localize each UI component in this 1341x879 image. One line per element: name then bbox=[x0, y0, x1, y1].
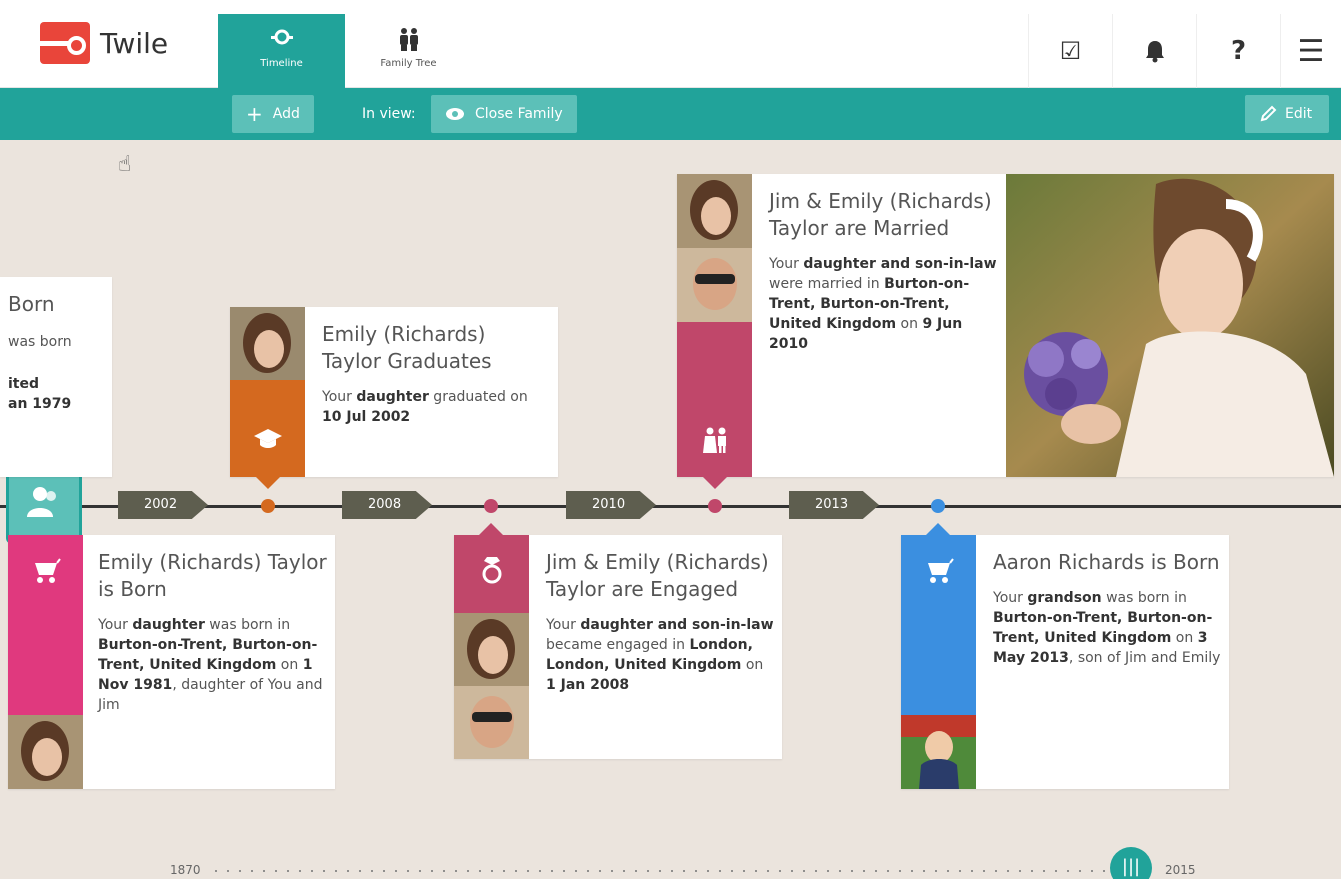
event-text-line: was born bbox=[8, 334, 72, 350]
event-title: Jim & Emily (Richards) Taylor are Marrie… bbox=[769, 189, 992, 240]
person-photo-aaron bbox=[901, 715, 976, 789]
event-card-married[interactable]: Jim & Emily (Richards) Taylor are Marrie… bbox=[677, 174, 1334, 489]
event-dot-engaged[interactable] bbox=[484, 499, 498, 513]
checkbox-icon: ☑ bbox=[1059, 37, 1082, 65]
grab-cursor-icon: ☝ bbox=[118, 152, 132, 177]
bell-icon bbox=[1145, 41, 1164, 63]
card-pointer bbox=[926, 523, 950, 535]
event-title: Emily (Richards) Taylor Graduates bbox=[322, 322, 492, 373]
event-title: Jim & Emily (Richards) Taylor are Engage… bbox=[546, 550, 769, 601]
person-photo-emily bbox=[454, 613, 529, 686]
event-dot-married[interactable] bbox=[708, 499, 722, 513]
view-filter-button[interactable]: Close Family bbox=[431, 95, 577, 133]
family-tree-icon bbox=[399, 28, 418, 51]
eye-icon bbox=[446, 108, 464, 120]
notifications-button[interactable] bbox=[1112, 14, 1196, 88]
edit-button[interactable]: Edit bbox=[1245, 95, 1329, 133]
add-button-label: Add bbox=[272, 106, 300, 122]
grip-icon: ||| bbox=[1121, 856, 1141, 877]
menu-icon: ☰ bbox=[1297, 33, 1325, 69]
card-pointer bbox=[703, 477, 727, 489]
range-track[interactable] bbox=[210, 870, 1110, 872]
baby-stroller-icon bbox=[35, 558, 61, 583]
tab-family-tree[interactable]: Family Tree bbox=[345, 14, 472, 88]
twile-logo[interactable]: Twile bbox=[40, 22, 168, 64]
range-slider-handle[interactable]: ||| bbox=[1110, 847, 1152, 879]
toolbar: + Add In view: Close Family Edit bbox=[0, 88, 1341, 140]
view-filter-label: Close Family bbox=[475, 106, 563, 122]
top-bar: Twile Timeline Family Tree ☑ ? ☰ bbox=[0, 0, 1341, 88]
year-marker-2002[interactable]: 2002 bbox=[118, 491, 208, 519]
help-icon: ? bbox=[1230, 36, 1247, 66]
baby-stroller-icon bbox=[928, 558, 954, 583]
event-description: Your daughter and son-in-law were marrie… bbox=[769, 256, 997, 352]
event-card-engaged[interactable]: Jim & Emily (Richards) Taylor are Engage… bbox=[454, 523, 782, 759]
event-description: Your daughter and son-in-law became enga… bbox=[546, 617, 774, 693]
menu-button[interactable]: ☰ bbox=[1280, 14, 1341, 88]
in-view-label: In view: bbox=[362, 106, 416, 122]
event-card-partial-birth[interactable]: Born was born ited an 1979 bbox=[0, 277, 112, 477]
event-title: Aaron Richards is Born bbox=[993, 550, 1220, 574]
year-marker-2008[interactable]: 2008 bbox=[342, 491, 432, 519]
wedding-photo bbox=[1006, 174, 1334, 477]
graduation-cap-icon bbox=[254, 429, 282, 448]
person-photo-emily bbox=[230, 307, 305, 380]
event-card-emily-born[interactable]: Emily (Richards) Taylor is Born Your dau… bbox=[8, 535, 335, 789]
event-description: Your grandson was born in Burton-on-Tren… bbox=[993, 590, 1221, 666]
person-photo-emily bbox=[677, 174, 752, 248]
event-text-line: an 1979 bbox=[8, 396, 72, 412]
add-button[interactable]: + Add bbox=[232, 95, 314, 133]
card-pointer bbox=[479, 523, 503, 535]
tasks-button[interactable]: ☑ bbox=[1028, 14, 1112, 88]
wedding-couple-icon bbox=[703, 427, 726, 453]
timeline-icon bbox=[270, 29, 293, 45]
event-dot-graduation[interactable] bbox=[261, 499, 275, 513]
year-marker-2013[interactable]: 2013 bbox=[789, 491, 879, 519]
event-description: Your daughter was born in Burton-on-Tren… bbox=[98, 617, 323, 713]
range-end-label: 2015 bbox=[1165, 863, 1196, 877]
person-photo-jim bbox=[454, 686, 529, 759]
twile-logo-icon bbox=[40, 22, 90, 64]
plus-icon: + bbox=[246, 102, 263, 126]
person-photo-jim bbox=[677, 248, 752, 322]
event-description: Your daughter graduated on 10 Jul 2002 bbox=[322, 389, 528, 425]
tab-family-tree-label: Family Tree bbox=[380, 58, 437, 69]
people-icon bbox=[27, 487, 56, 517]
range-start-label: 1870 bbox=[170, 863, 201, 877]
year-marker-2010[interactable]: 2010 bbox=[566, 491, 656, 519]
app-name: Twile bbox=[100, 26, 169, 60]
event-title: Born bbox=[8, 292, 55, 316]
pencil-icon bbox=[1260, 105, 1277, 122]
event-text-line: ited bbox=[8, 376, 40, 392]
edit-button-label: Edit bbox=[1285, 106, 1313, 122]
tab-timeline-label: Timeline bbox=[260, 58, 303, 69]
engagement-ring-icon bbox=[482, 557, 502, 584]
event-card-aaron-born[interactable]: Aaron Richards is Born Your grandson was… bbox=[901, 523, 1229, 789]
event-title: Emily (Richards) Taylor is Born bbox=[98, 550, 327, 601]
person-photo-emily bbox=[8, 715, 83, 789]
event-dot-aaron-born[interactable] bbox=[931, 499, 945, 513]
event-card-graduation[interactable]: Emily (Richards) Taylor Graduates Your d… bbox=[230, 307, 558, 489]
tab-timeline[interactable]: Timeline bbox=[218, 14, 345, 88]
card-pointer bbox=[256, 477, 280, 489]
help-button[interactable]: ? bbox=[1196, 14, 1280, 88]
